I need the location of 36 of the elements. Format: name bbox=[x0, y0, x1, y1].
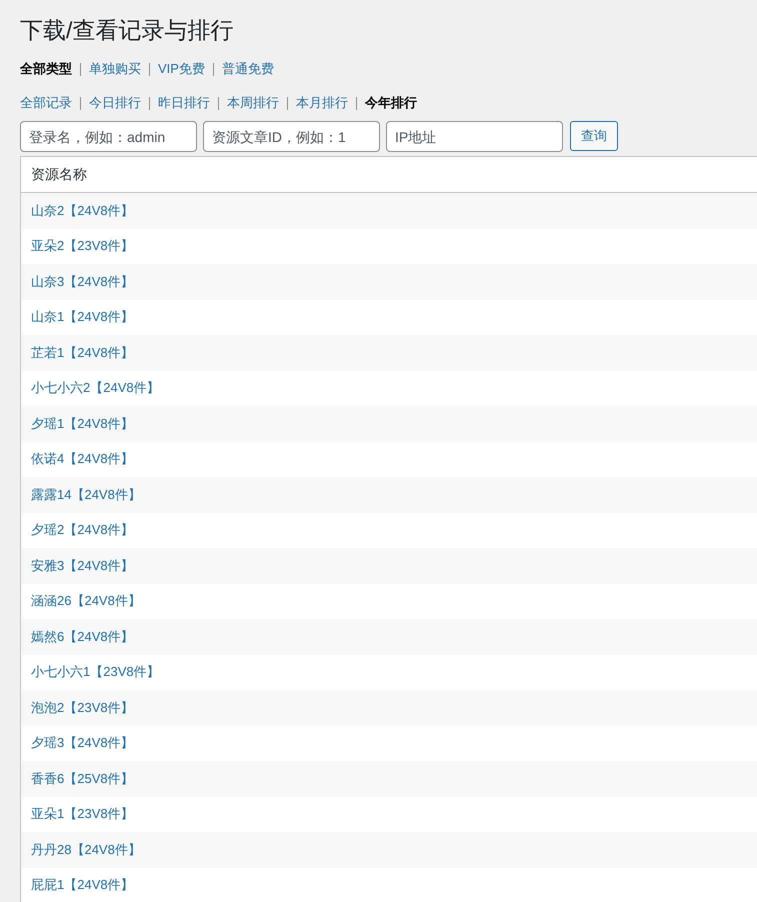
page-title: 下载/查看记录与排行 bbox=[20, 16, 234, 45]
resource-link[interactable]: 嫣然6【24V8件】 bbox=[31, 628, 134, 646]
resource-link[interactable]: 芷若1【24V8件】 bbox=[31, 344, 134, 362]
resource-link[interactable]: 山奈2【24V8件】 bbox=[31, 202, 134, 220]
filter-link[interactable]: 本月排行 bbox=[296, 94, 348, 112]
filter-link[interactable]: 单独购买 bbox=[89, 60, 141, 78]
search-field[interactable]: 资源文章ID，例如：1 bbox=[203, 121, 380, 152]
resource-link[interactable]: 亚朵2【23V8件】 bbox=[31, 237, 134, 256]
resource-link[interactable]: 山奈1【24V8件】 bbox=[31, 308, 134, 326]
filter-link[interactable]: 今日排行 bbox=[89, 94, 141, 112]
resource-link[interactable]: 小七小六1【23V8件】 bbox=[31, 663, 160, 682]
resource-link[interactable]: 泡泡2【23V8件】 bbox=[31, 698, 134, 717]
column-header: 资源名称 bbox=[31, 166, 87, 184]
resource-link[interactable]: 丹丹28【24V8件】 bbox=[31, 840, 141, 859]
filter-link[interactable]: 全部类型 bbox=[20, 60, 72, 78]
resource-link[interactable]: 香香6【25V8件】 bbox=[31, 770, 134, 788]
resource-link[interactable]: 露露14【24V8件】 bbox=[31, 486, 141, 504]
filter-link[interactable]: 本周排行 bbox=[227, 94, 279, 112]
search-field[interactable]: IP地址 bbox=[386, 121, 563, 152]
resource-link[interactable]: 小七小六2【24V8件】 bbox=[31, 379, 160, 398]
filter-link[interactable]: VIP免费 bbox=[158, 60, 205, 78]
search-field[interactable]: 登录名，例如：admin bbox=[20, 121, 197, 152]
resource-link[interactable]: 依诺4【24V8件】 bbox=[31, 450, 134, 468]
filter-link[interactable]: 今年排行 bbox=[365, 94, 417, 112]
resource-link[interactable]: 屁屁1【24V8件】 bbox=[31, 876, 134, 894]
resource-link[interactable]: 夕瑶2【24V8件】 bbox=[31, 521, 134, 540]
filter-link[interactable]: 普通免费 bbox=[222, 60, 274, 78]
resource-link[interactable]: 安雅3【24V8件】 bbox=[31, 556, 134, 575]
resource-link[interactable]: 涵涵26【24V8件】 bbox=[31, 592, 141, 610]
resource-link[interactable]: 夕瑶1【24V8件】 bbox=[31, 414, 134, 433]
query-button[interactable]: 查询 bbox=[570, 121, 618, 151]
filter-link[interactable]: 昨日排行 bbox=[158, 94, 210, 112]
resource-link[interactable]: 山奈3【24V8件】 bbox=[31, 272, 134, 291]
filter-link[interactable]: 全部记录 bbox=[20, 94, 72, 112]
resource-link[interactable]: 亚朵1【23V8件】 bbox=[31, 805, 134, 824]
resource-link[interactable]: 夕瑶3【24V8件】 bbox=[31, 734, 134, 752]
